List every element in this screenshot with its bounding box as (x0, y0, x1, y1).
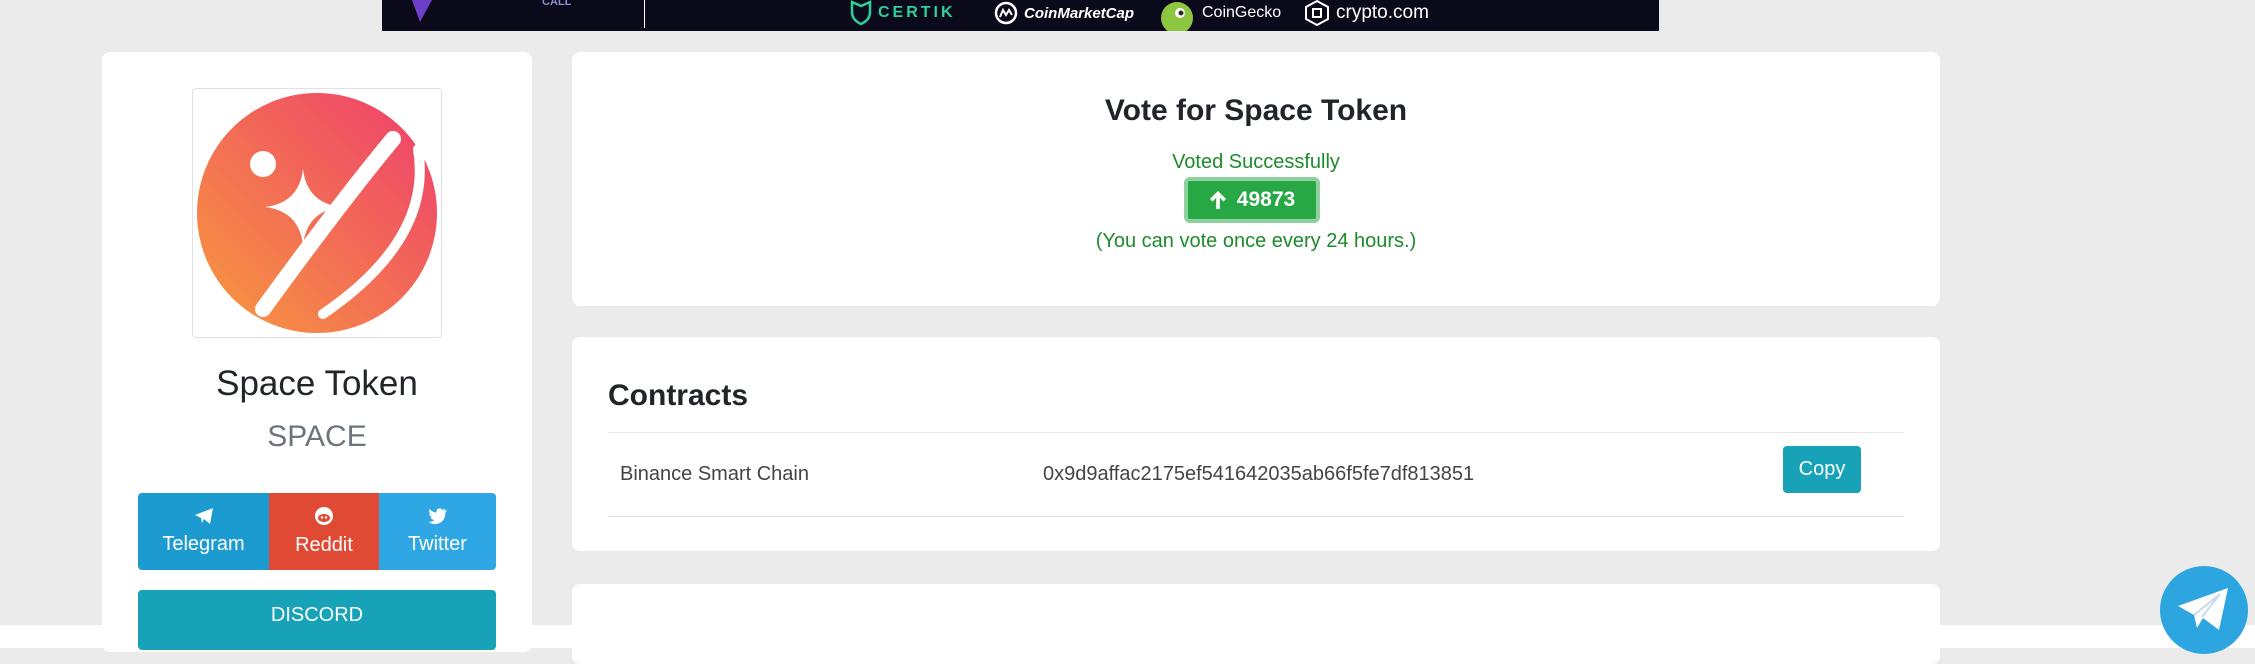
certik-shield-icon (850, 0, 872, 26)
space-token-logo-icon (197, 93, 437, 333)
contracts-title: Contracts (608, 379, 749, 412)
contract-address[interactable]: 0x9d9affac2175ef541642035ab66f5fe7df8138… (1043, 463, 1474, 486)
discord-button[interactable]: DISCORD (138, 590, 496, 650)
vote-count: 49873 (1236, 188, 1296, 211)
crypto-com-logo: crypto.com (1304, 0, 1429, 27)
twitter-label: Twitter (408, 532, 467, 555)
telegram-button[interactable]: Telegram (138, 493, 269, 570)
next-section-card (572, 584, 1940, 664)
coingecko-icon (1161, 2, 1193, 31)
reddit-label: Reddit (295, 534, 353, 556)
coinmarketcap-logo: CoinMarketCap (994, 0, 1134, 26)
coin-symbol: SPACE (267, 420, 367, 453)
contracts-card: Contracts Binance Smart Chain 0x9d9affac… (572, 337, 1940, 551)
coinmarketcap-icon (994, 1, 1018, 25)
crypto-com-icon (1305, 0, 1329, 27)
chain-name: Binance Smart Chain (620, 463, 809, 485)
reddit-icon (315, 507, 333, 525)
vote-card: Vote for Space Token Voted Successfully … (572, 52, 1940, 306)
copy-address-button[interactable]: Copy (1783, 446, 1861, 493)
coinmarketcap-label: CoinMarketCap (1024, 4, 1135, 22)
coin-name: Space Token (216, 364, 418, 403)
telegram-label: Telegram (162, 533, 245, 555)
telegram-icon (2178, 588, 2228, 630)
upvote-button[interactable]: 49873 (1184, 177, 1320, 223)
vote-status-message: Voted Successfully (1172, 151, 1340, 173)
telegram-chat-button[interactable] (2160, 566, 2248, 654)
twitter-icon (428, 507, 447, 524)
vote-title: Vote for Space Token (1104, 94, 1408, 127)
crypto-com-label: crypto.com (1336, 2, 1429, 23)
partner-logo-icon (412, 0, 432, 22)
coingecko-logo: CoinGecko (1160, 0, 1282, 31)
certik-logo: CERTIK (850, 0, 956, 26)
twitter-button[interactable]: Twitter (379, 493, 496, 570)
arrow-up-icon (1209, 191, 1226, 209)
coin-logo-frame (192, 88, 442, 338)
contract-row: Binance Smart Chain 0x9d9affac2175ef5416… (608, 432, 1904, 517)
coingecko-label: CoinGecko (1202, 4, 1282, 21)
banner-small-text: CALL (542, 0, 572, 8)
certik-label: CERTIK (878, 4, 956, 21)
social-links: Telegram Reddit Twitter (138, 493, 496, 570)
top-ad-banner[interactable]: CALL CERTIK CoinMarketCap CoinGecko cryp… (382, 0, 1659, 31)
coin-profile-card: Space Token SPACE Telegram Reddit Twitte… (102, 52, 532, 652)
reddit-button[interactable]: Reddit (269, 493, 379, 570)
banner-divider (644, 0, 645, 28)
telegram-icon (194, 508, 213, 524)
vote-limit-note: (You can vote once every 24 hours.) (1095, 230, 1417, 252)
